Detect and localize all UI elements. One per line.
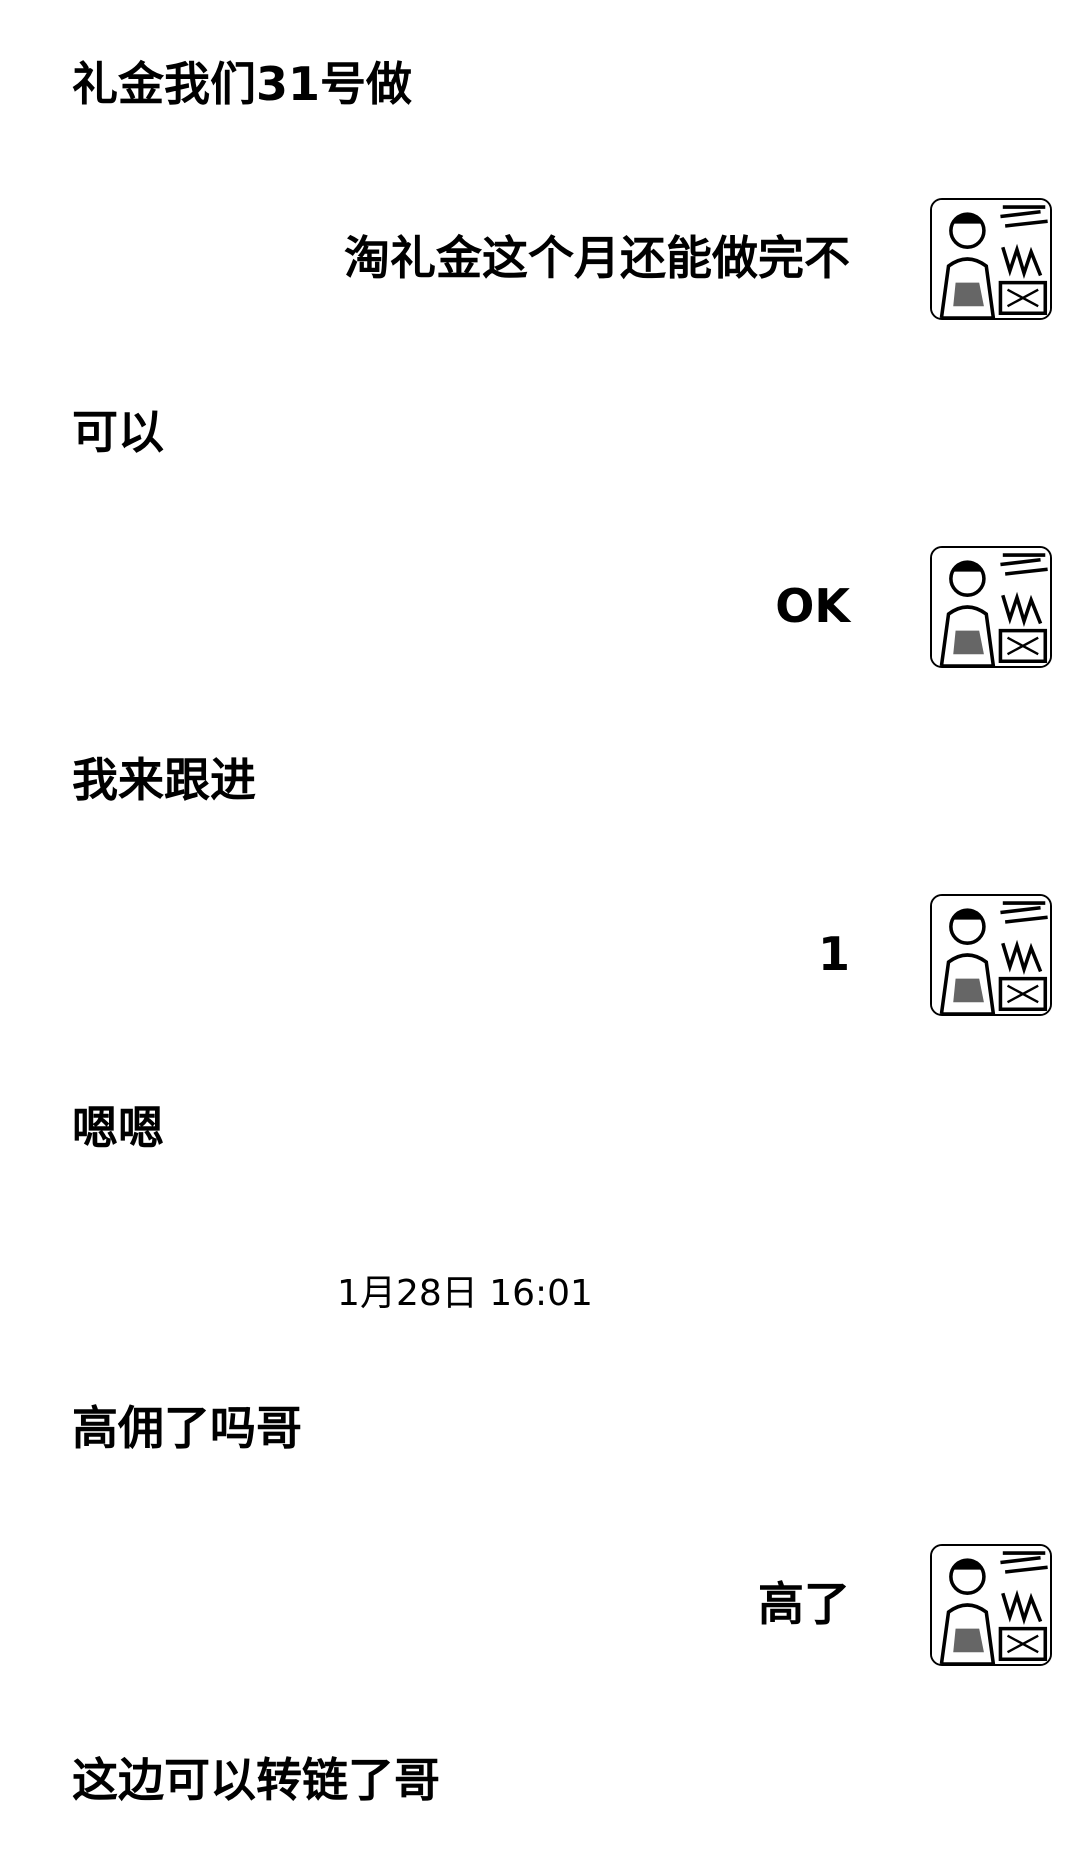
message-received[interactable]: 嗯嗯 [72, 1100, 164, 1156]
avatar-image [932, 548, 1050, 666]
message-sent[interactable]: 1 [818, 926, 850, 982]
user-avatar-icon[interactable] [930, 894, 1052, 1016]
message-sent[interactable]: 高了 [758, 1576, 850, 1632]
message-sent[interactable]: OK [775, 578, 850, 634]
user-avatar-icon[interactable] [930, 546, 1052, 668]
message-received[interactable]: 这边可以转链了哥 [72, 1752, 440, 1808]
avatar-image [932, 200, 1050, 318]
message-received[interactable]: 礼金我们31号做 [72, 56, 412, 112]
avatar-image [932, 896, 1050, 1014]
user-avatar-icon[interactable] [930, 198, 1052, 320]
message-received[interactable]: 高佣了吗哥 [72, 1400, 302, 1456]
message-sent[interactable]: 淘礼金这个月还能做完不 [344, 230, 850, 286]
avatar-image [932, 1546, 1050, 1664]
message-received[interactable]: 我来跟进 [72, 752, 256, 808]
chat-timestamp: 1月28日 16:01 [337, 1273, 593, 1314]
user-avatar-icon[interactable] [930, 1544, 1052, 1666]
message-received[interactable]: 可以 [72, 404, 164, 460]
